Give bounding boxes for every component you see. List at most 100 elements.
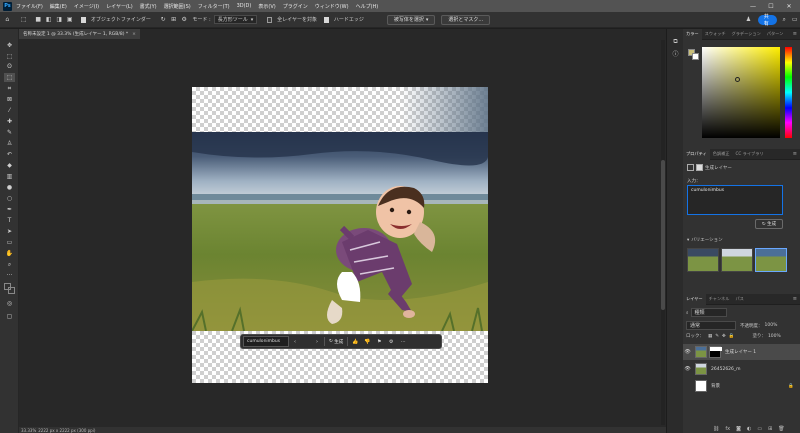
eyedropper-tool-icon[interactable]: ⁄ — [4, 106, 15, 115]
panel-menu-icon[interactable]: ≡ — [793, 31, 797, 37]
menu-file[interactable]: ファイル(F) — [16, 3, 43, 10]
tab-gradients[interactable]: グラデーション — [729, 29, 764, 40]
minimize-button[interactable]: — — [744, 0, 762, 12]
eraser-tool-icon[interactable]: ◆ — [4, 161, 15, 170]
marquee-tool-icon[interactable]: ⬚ — [4, 52, 15, 61]
generate-button[interactable]: ↻ 生成 — [326, 336, 346, 347]
adjust-icon[interactable]: ⚙ — [385, 336, 397, 347]
type-tool-icon[interactable]: T — [4, 216, 15, 225]
all-layers-checkbox[interactable] — [267, 16, 273, 23]
menu-help[interactable]: ヘルプ(H) — [356, 3, 379, 10]
panel-menu-icon[interactable]: ≡ — [793, 151, 797, 157]
move-tool-icon[interactable]: ✥ — [4, 41, 15, 50]
menu-3d[interactable]: 3D(D) — [237, 3, 252, 9]
color-picker-cursor[interactable] — [735, 77, 740, 82]
intersect-selection-icon[interactable]: ▣ — [67, 15, 74, 24]
tab-patterns[interactable]: パターン — [764, 29, 787, 40]
blend-mode-dropdown[interactable]: 通常 — [686, 321, 736, 330]
panel-menu-icon[interactable]: ≡ — [793, 296, 797, 302]
share-button[interactable]: 共有 — [757, 14, 777, 27]
scrollbar-thumb[interactable] — [661, 160, 665, 310]
menu-select[interactable]: 選択範囲(S) — [164, 3, 191, 10]
history-panel-icon[interactable]: ⧉ — [670, 37, 681, 46]
fx-icon[interactable]: fx — [725, 426, 730, 432]
menu-layer[interactable]: レイヤー(L) — [106, 3, 133, 10]
opacity-value[interactable]: 100% — [765, 323, 778, 328]
maximize-button[interactable]: ☐ — [762, 0, 780, 12]
tab-layers[interactable]: レイヤー — [683, 293, 706, 305]
tab-cc-libraries[interactable]: CC ライブラリ — [732, 149, 766, 160]
menu-view[interactable]: 表示(V) — [258, 3, 275, 10]
screen-mode-icon[interactable]: ▢ — [4, 312, 15, 321]
previous-variation-button[interactable]: ‹ — [289, 336, 301, 347]
object-selection-tool-icon[interactable]: ⬚ — [21, 15, 28, 24]
prompt-textarea[interactable]: cumulonimbus — [687, 185, 783, 215]
group-icon[interactable]: ▭ — [757, 426, 762, 432]
workspace-icon[interactable]: ▭ — [791, 15, 798, 24]
lock-pixels-icon[interactable]: ✎ — [715, 334, 719, 339]
settings-gear-icon[interactable]: ⚙ — [181, 15, 188, 24]
close-tab-icon[interactable]: × — [132, 32, 136, 37]
lock-transparency-icon[interactable]: ▦ — [708, 334, 712, 339]
search-icon[interactable]: ⌕ — [781, 15, 788, 24]
eye-icon[interactable]: 👁 — [683, 349, 692, 355]
refresh-icon[interactable]: ↻ — [160, 15, 167, 24]
color-picker-field[interactable] — [702, 47, 780, 138]
info-panel-icon[interactable]: ⓘ — [670, 49, 681, 58]
object-finder-checkbox[interactable] — [81, 16, 86, 23]
eye-icon[interactable]: 👁 — [683, 366, 692, 372]
thumbs-up-icon[interactable]: 👍 — [349, 336, 361, 347]
tab-paths[interactable]: パス — [732, 294, 746, 305]
add-selection-icon[interactable]: ◧ — [46, 15, 53, 24]
show-objects-icon[interactable]: ⊞ — [170, 15, 177, 24]
dodge-tool-icon[interactable]: ○ — [4, 194, 15, 203]
hand-tool-icon[interactable]: ✋ — [4, 249, 15, 258]
new-layer-icon[interactable]: ⊞ — [768, 426, 772, 432]
blur-tool-icon[interactable]: ● — [4, 183, 15, 192]
panel-background-swatch[interactable] — [692, 53, 699, 60]
crop-tool-icon[interactable]: ⌗ — [4, 84, 15, 93]
menu-plugins[interactable]: プラグイン — [283, 3, 308, 10]
layer-row[interactable]: 背景 🔒 — [683, 378, 800, 394]
select-and-mask-button[interactable]: 選択とマスク... — [441, 14, 491, 25]
prompt-input[interactable]: cumulonimbus — [243, 336, 289, 347]
stamp-tool-icon[interactable]: ♙ — [4, 139, 15, 148]
variation-thumbnail-2[interactable] — [721, 248, 753, 272]
fill-value[interactable]: 100% — [768, 334, 781, 339]
pen-tool-icon[interactable]: ✒ — [4, 205, 15, 214]
add-mask-icon[interactable]: ◙ — [736, 426, 741, 432]
tab-properties[interactable]: プロパティ — [683, 148, 710, 160]
menu-window[interactable]: ウィンドウ(W) — [315, 3, 349, 10]
tab-color[interactable]: カラー — [683, 28, 702, 40]
variation-thumbnail-3[interactable] — [755, 248, 787, 272]
home-icon[interactable]: ⌂ — [4, 15, 11, 24]
hard-edge-checkbox[interactable] — [323, 16, 329, 23]
chevron-down-icon[interactable]: ▾ — [687, 238, 689, 243]
object-selection-tool-icon[interactable]: ⬚ — [4, 73, 15, 82]
quick-mask-icon[interactable]: ◎ — [4, 299, 15, 308]
flag-icon[interactable]: ⚑ — [373, 336, 385, 347]
trash-icon[interactable]: 🗑 — [778, 426, 784, 432]
variation-thumbnail-1[interactable] — [687, 248, 719, 272]
panel-generate-button[interactable]: ↻ 生成 — [755, 219, 783, 229]
menu-image[interactable]: イメージ(I) — [74, 3, 99, 10]
document-tab[interactable]: 名称未設定 1 @ 33.3% (生成レイヤー 1, RGB/8) * × — [19, 29, 140, 39]
lock-all-icon[interactable]: 🔒 — [729, 334, 735, 339]
adjustment-layer-icon[interactable]: ◐ — [747, 426, 751, 432]
tab-adjustments[interactable]: 色調補正 — [710, 149, 733, 160]
thumbs-down-icon[interactable]: 👎 — [361, 336, 373, 347]
layer-row[interactable]: 👁 生成レイヤー 1 — [683, 344, 800, 360]
select-subject-button[interactable]: 被写体を選択 ▾ — [386, 14, 436, 25]
background-color-swatch[interactable] — [8, 287, 15, 294]
brush-tool-icon[interactable]: ✎ — [4, 128, 15, 137]
lasso-tool-icon[interactable]: ʘ — [4, 62, 15, 71]
mode-dropdown[interactable]: 長方形ツール ▾ — [213, 15, 258, 24]
tab-swatches[interactable]: スウォッチ — [702, 29, 729, 40]
path-selection-icon[interactable]: ➤ — [4, 227, 15, 236]
link-layers-icon[interactable]: ⛓ — [713, 426, 719, 432]
layer-row[interactable]: 👁 26452626_m — [683, 361, 800, 377]
hue-slider[interactable] — [785, 47, 792, 138]
tab-channels[interactable]: チャンネル — [706, 294, 733, 305]
menu-type[interactable]: 書式(Y) — [140, 3, 157, 10]
vertical-scrollbar[interactable] — [661, 40, 665, 425]
